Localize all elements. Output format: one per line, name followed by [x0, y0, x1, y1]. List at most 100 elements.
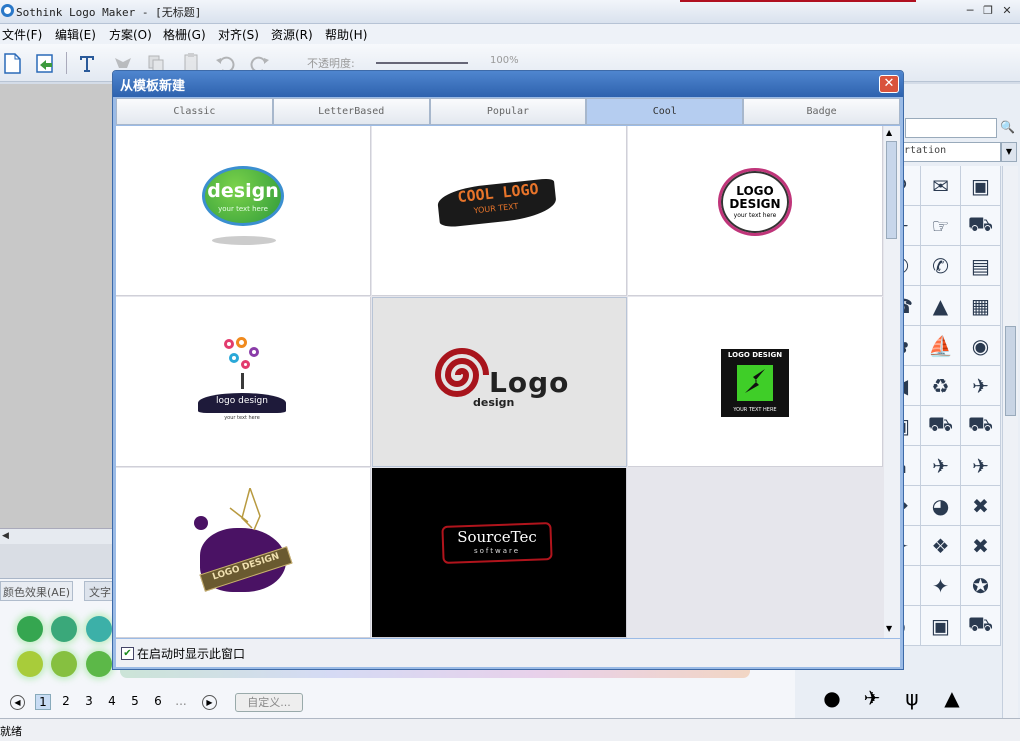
tab-popular[interactable]: Popular [429, 98, 587, 125]
text-tool-icon[interactable] [76, 52, 98, 74]
forklift-icon[interactable]: ⛟ [961, 206, 1001, 246]
effect-swatch[interactable] [51, 651, 77, 677]
star-icon[interactable]: ✦ [921, 566, 961, 606]
briefcase-icon[interactable]: ▣ [961, 166, 1001, 206]
pinwheel-icon[interactable]: ✖ [961, 486, 1001, 526]
canvas-area[interactable] [0, 84, 115, 528]
chevron-down-icon[interactable]: ▼ [1001, 142, 1017, 162]
globe-grid-icon[interactable]: ◉ [961, 326, 1001, 366]
close-window-button[interactable]: ✕ [999, 3, 1015, 19]
ship-icon[interactable]: ⛵ [921, 326, 961, 366]
shape-search-input[interactable] [905, 118, 997, 138]
dialog-vertical-scrollbar[interactable]: ▲ ▼ [884, 126, 900, 638]
logo-sub-text: your text here [218, 205, 268, 213]
menu-align[interactable]: 对齐(S) [218, 26, 259, 43]
opacity-slider[interactable] [376, 62, 468, 64]
effect-swatch[interactable] [17, 651, 43, 677]
page-5[interactable]: 5 [127, 694, 143, 708]
scroll-thumb[interactable] [886, 141, 897, 239]
show-on-startup-checkbox[interactable]: ✔ [121, 647, 134, 660]
tab-cool[interactable]: Cool [586, 98, 744, 125]
menu-grid[interactable]: 格栅(G) [163, 26, 206, 43]
menu-resource[interactable]: 资源(R) [271, 26, 313, 43]
logo-dot [236, 337, 247, 348]
template-thumbnail[interactable]: COOL LOGO YOUR TEXT [372, 126, 627, 296]
logo-dot [229, 353, 239, 363]
canvas-horizontal-scrollbar[interactable]: ◀ [0, 528, 115, 544]
page-4[interactable]: 4 [104, 694, 120, 708]
restore-button[interactable]: ❐ [980, 3, 996, 19]
effect-swatch[interactable] [86, 616, 112, 642]
template-thumbnail[interactable]: design your text here [116, 126, 371, 296]
diamond-arrows-icon[interactable]: ❖ [921, 526, 961, 566]
airplane-icon[interactable]: ✈ [961, 366, 1001, 406]
menu-file[interactable]: 文件(F) [2, 26, 42, 43]
cart-icon[interactable]: ⛟ [961, 606, 1001, 646]
minimize-button[interactable]: ─ [962, 3, 978, 19]
scroll-left-icon[interactable]: ◀ [2, 531, 9, 541]
logo-sub-text: your text here [224, 415, 260, 421]
tab-letterbased[interactable]: LetterBased [272, 98, 430, 125]
bullet-icon[interactable]: ● [812, 686, 852, 718]
template-thumbnail[interactable]: SourceTec software [372, 468, 627, 638]
page-2[interactable]: 2 [58, 694, 74, 708]
tristar-icon[interactable]: ✪ [961, 566, 1001, 606]
search-icon[interactable]: 🔍 [1000, 120, 1015, 134]
logo-main-text: SourceTec [457, 528, 537, 546]
menu-edit[interactable]: 编辑(E) [55, 26, 96, 43]
page-3[interactable]: 3 [81, 694, 97, 708]
scroll-thumb[interactable] [1005, 326, 1016, 416]
jet-fighter-icon[interactable]: ✈ [852, 686, 892, 718]
phone-icon[interactable]: ✆ [921, 246, 961, 286]
car-icon[interactable]: ⛟ [921, 406, 961, 446]
cross-arrows-icon[interactable]: ✖ [961, 526, 1001, 566]
card-icon[interactable]: ✉ [921, 166, 961, 206]
logo-dot [249, 347, 259, 357]
template-thumbnail[interactable]: LOGO DESIGN [116, 468, 371, 638]
shape-category-select[interactable]: rtation [899, 142, 1001, 162]
pie-icon[interactable]: ◕ [921, 486, 961, 526]
hand-icon[interactable]: ☞ [921, 206, 961, 246]
title-accent-line [680, 0, 916, 2]
menu-scheme[interactable]: 方案(O) [109, 26, 152, 43]
shapes-vertical-scrollbar[interactable] [1002, 166, 1018, 718]
tickets-icon[interactable]: ▦ [961, 286, 1001, 326]
recycle-icon[interactable]: ♻ [921, 366, 961, 406]
luggage-icon[interactable]: ▣ [921, 606, 961, 646]
page-1[interactable]: 1 [35, 694, 51, 710]
shuttle-icon[interactable]: ▲ [932, 686, 972, 718]
effect-swatch[interactable] [17, 616, 43, 642]
dialog-title-bar: 从模板新建 ✕ [113, 71, 903, 97]
template-thumbnail[interactable]: LOGO DESIGN your text here [628, 126, 883, 296]
effect-swatch[interactable] [51, 616, 77, 642]
ticket-icon[interactable]: ▤ [961, 246, 1001, 286]
scroll-up-icon[interactable]: ▲ [886, 128, 892, 137]
canvas-footer [0, 544, 115, 578]
tab-badge[interactable]: Badge [743, 98, 900, 125]
scroll-down-icon[interactable]: ▼ [886, 624, 892, 633]
template-thumbnail-selected[interactable]: Logo design [372, 297, 627, 467]
logo-main-text: Logo [489, 366, 570, 399]
logo-main-text: logo design [216, 396, 268, 406]
tab-color-effects[interactable]: 颜色效果(AE) [0, 581, 74, 601]
logo-main-text: LOGO DESIGN [729, 184, 781, 211]
tab-classic[interactable]: Classic [116, 98, 273, 125]
psi-icon[interactable]: ψ [892, 686, 932, 718]
prev-page-icon[interactable]: ◀ [10, 695, 25, 710]
page-6[interactable]: 6 [150, 694, 166, 708]
template-thumbnail[interactable]: logo design your text here [116, 297, 371, 467]
mower-icon[interactable]: ⛟ [961, 406, 1001, 446]
jet-icon[interactable]: ✈ [961, 446, 1001, 486]
next-page-icon[interactable]: ▶ [202, 695, 217, 710]
dialog-close-icon[interactable]: ✕ [879, 75, 899, 93]
new-file-icon[interactable] [1, 52, 23, 74]
helicopter-icon[interactable]: ✈ [921, 446, 961, 486]
tag-icon[interactable]: ▲ [921, 286, 961, 326]
opacity-value: 100% [490, 55, 519, 66]
logo-splash-dot [194, 516, 208, 530]
menu-help[interactable]: 帮助(H) [325, 26, 367, 43]
template-thumbnail[interactable]: LOGO DESIGN YOUR TEXT HERE [628, 297, 883, 467]
open-file-icon[interactable] [34, 52, 56, 74]
effect-swatch[interactable] [86, 651, 112, 677]
custom-button[interactable]: 自定义... [235, 693, 303, 712]
